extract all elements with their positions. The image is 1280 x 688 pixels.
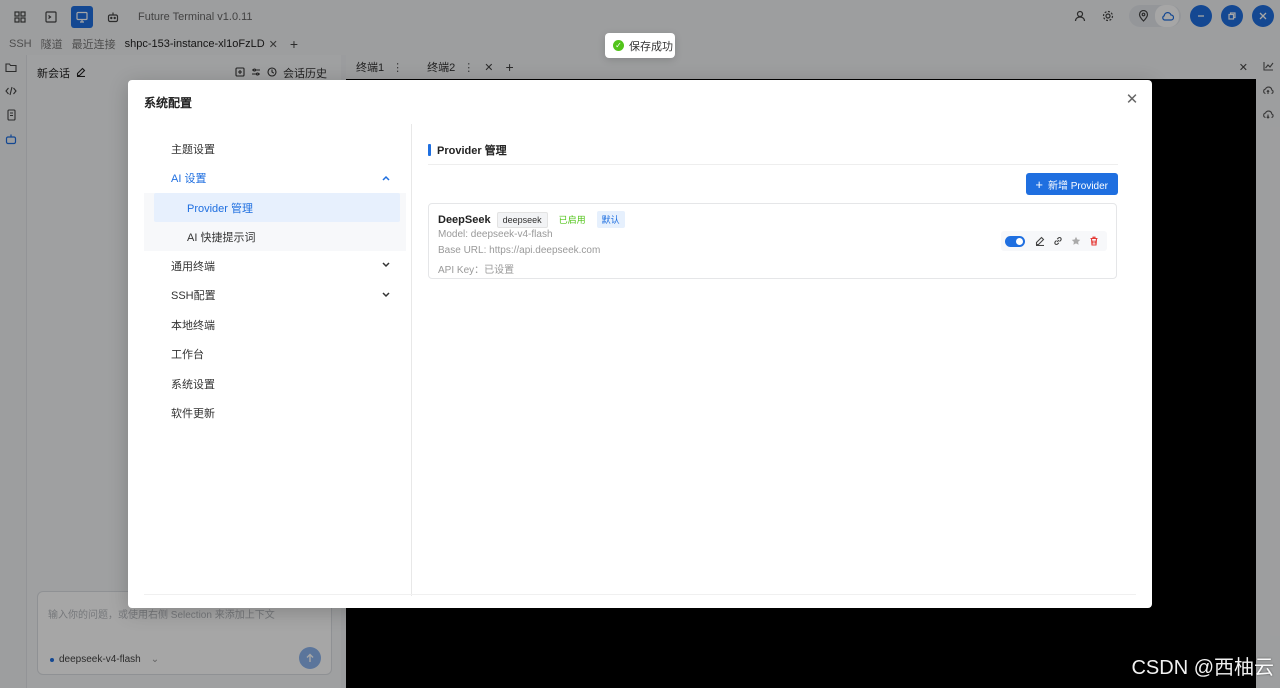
watermark: CSDN @西柚云 xyxy=(1131,657,1274,679)
menu-item-update[interactable]: 软件更新 xyxy=(144,399,406,429)
section-title-text: Provider 管理 xyxy=(437,145,507,157)
menu-item-workbench[interactable]: 工作台 xyxy=(144,340,406,370)
menu-item-label: Provider 管理 xyxy=(187,202,254,215)
add-provider-label: 新增 Provider xyxy=(1047,180,1108,192)
menu-item-ssh[interactable]: SSH配置 xyxy=(144,281,406,311)
edit-icon[interactable] xyxy=(1031,232,1049,250)
enable-toggle[interactable] xyxy=(1005,235,1025,247)
chevron-down-icon xyxy=(382,260,390,271)
close-icon[interactable]: ✕ xyxy=(1124,91,1140,108)
provider-api-key: API Key：已设置 xyxy=(438,265,515,276)
menu-item-label: AI 快捷提示词 xyxy=(187,231,256,244)
success-toast: ✓ 保存成功 xyxy=(605,33,675,58)
divider xyxy=(144,594,1136,595)
menu-item-label: 本地终端 xyxy=(171,319,215,332)
menu-item-label: 系统设置 xyxy=(171,378,215,391)
plus-icon: + xyxy=(1035,176,1043,192)
menu-item-label: 通用终端 xyxy=(171,260,215,273)
provider-model: Model: deepseek-v4-flash xyxy=(438,229,553,240)
system-config-modal: 系统配置 ✕ 主题设置 AI 设置 Provider 管理 AI 快捷提示词 通… xyxy=(128,80,1152,608)
menu-item-label: SSH配置 xyxy=(171,290,216,303)
menu-item-ai[interactable]: AI 设置 xyxy=(144,164,406,194)
menu-item-general-terminal[interactable]: 通用终端 xyxy=(144,251,406,281)
menu-item-label: 软件更新 xyxy=(171,408,215,421)
provider-name: DeepSeek xyxy=(438,213,491,226)
menu-item-label: 主题设置 xyxy=(171,143,215,156)
menu-item-label: 工作台 xyxy=(171,349,204,362)
section-accent-bar xyxy=(428,144,431,156)
menu-item-prompts[interactable]: AI 快捷提示词 xyxy=(144,222,406,251)
trash-icon[interactable] xyxy=(1085,232,1103,250)
provider-base-url: Base URL: https://api.deepseek.com xyxy=(438,245,601,256)
provider-actions xyxy=(1001,231,1107,251)
chevron-up-icon xyxy=(382,173,390,184)
ai-submenu: Provider 管理 AI 快捷提示词 xyxy=(144,193,406,251)
menu-item-provider[interactable]: Provider 管理 xyxy=(154,193,400,222)
settings-menu: 主题设置 AI 设置 Provider 管理 AI 快捷提示词 通用终端 SSH… xyxy=(144,134,406,428)
check-circle-icon: ✓ xyxy=(613,40,624,51)
add-provider-button[interactable]: + 新增 Provider xyxy=(1026,173,1118,195)
menu-item-label: AI 设置 xyxy=(171,173,207,186)
star-icon[interactable] xyxy=(1067,232,1085,250)
menu-item-local-terminal[interactable]: 本地终端 xyxy=(144,310,406,340)
provider-id-tag: deepseek xyxy=(496,211,548,228)
enabled-badge: 已启用 xyxy=(558,215,586,225)
menu-item-theme[interactable]: 主题设置 xyxy=(144,134,406,164)
menu-item-system[interactable]: 系统设置 xyxy=(144,369,406,399)
divider xyxy=(411,124,412,596)
link-icon[interactable] xyxy=(1049,232,1067,250)
provider-card: DeepSeek deepseek 已启用 默认 Model: deepseek… xyxy=(428,203,1117,279)
provider-settings: Provider 管理 + 新增 Provider DeepSeek deeps… xyxy=(428,142,1118,279)
divider xyxy=(428,164,1118,165)
section-title: Provider 管理 xyxy=(428,142,1118,158)
toast-message: 保存成功 xyxy=(629,40,673,53)
modal-title: 系统配置 xyxy=(144,96,193,110)
chevron-down-icon xyxy=(382,290,390,301)
default-badge: 默认 xyxy=(596,211,625,228)
